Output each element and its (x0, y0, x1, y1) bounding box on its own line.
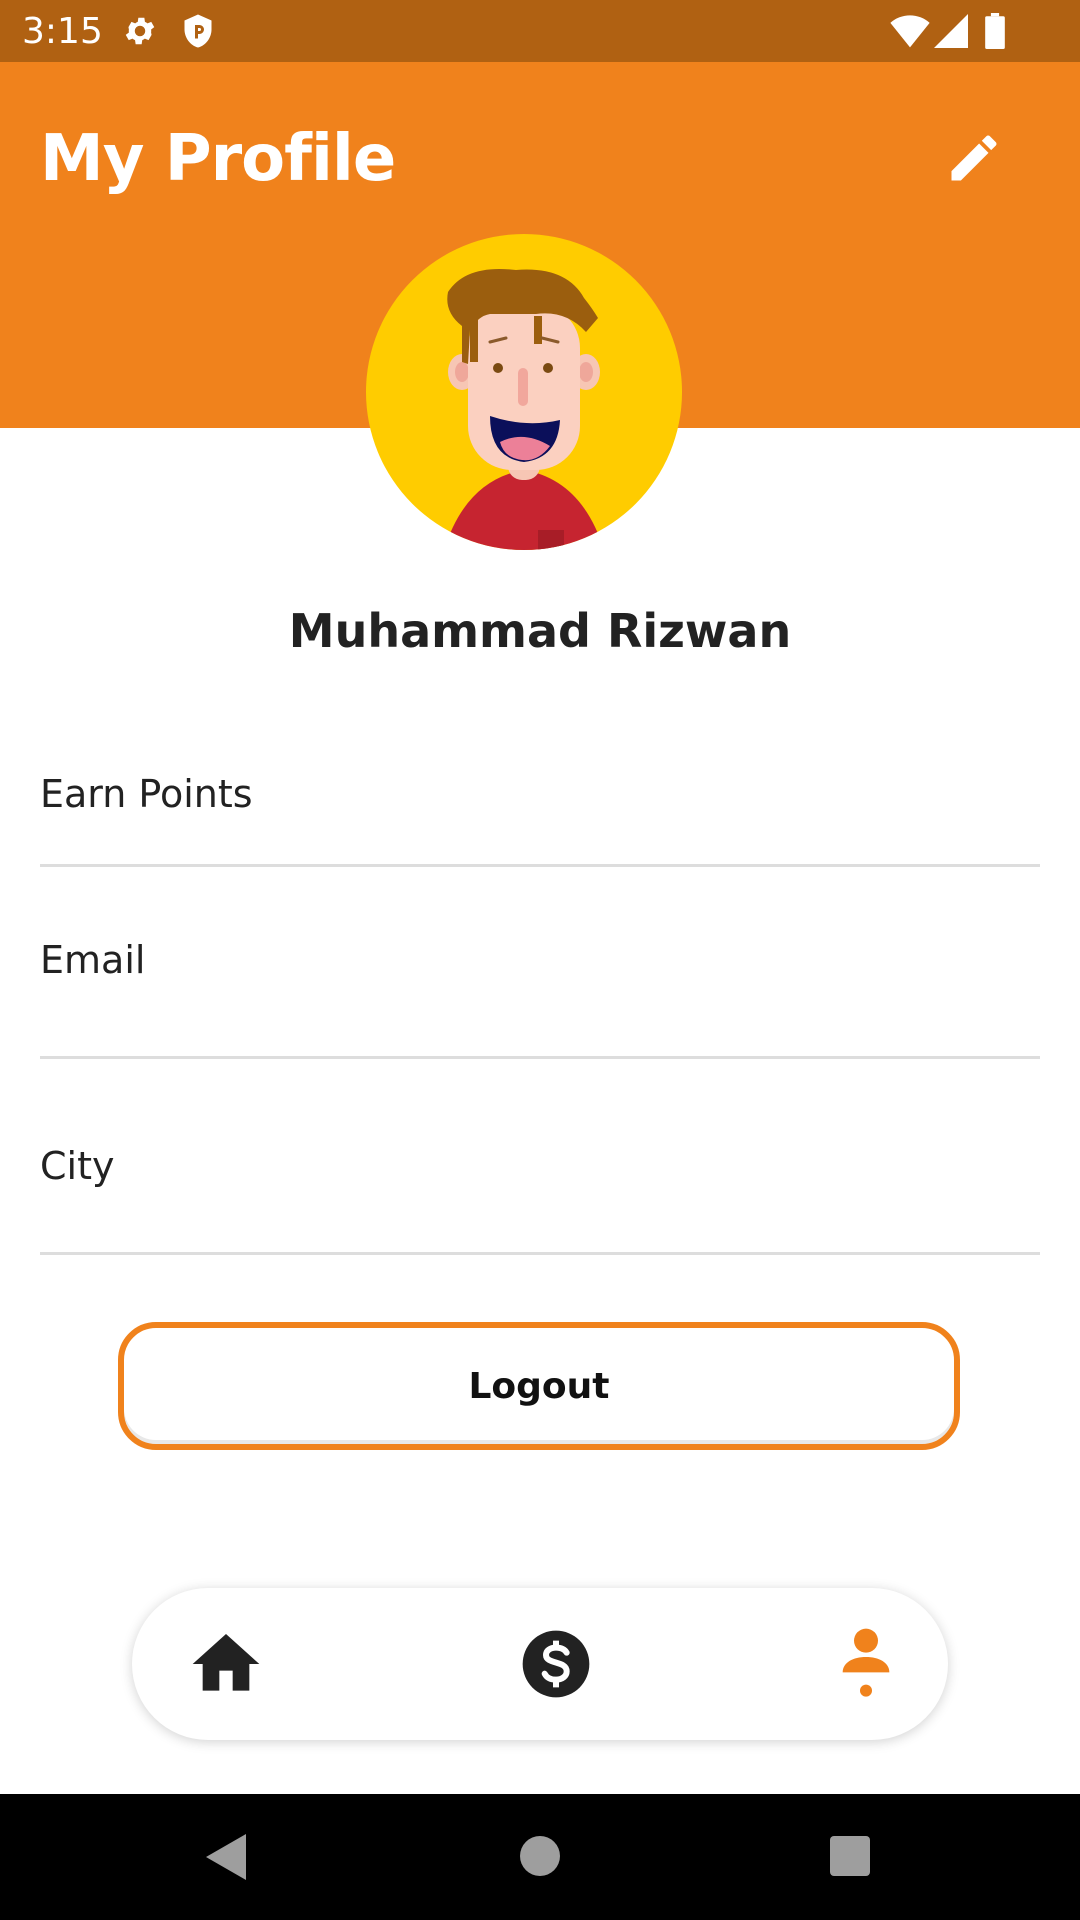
email-label: Email (40, 938, 146, 982)
logout-label: Logout (468, 1365, 610, 1407)
bottom-nav (132, 1588, 948, 1740)
divider (40, 1056, 1040, 1059)
system-nav-bar (0, 1794, 1080, 1920)
status-time: 3:15 (22, 11, 103, 52)
back-icon[interactable] (206, 1834, 246, 1880)
person-icon[interactable] (826, 1624, 906, 1704)
wifi-icon (890, 15, 930, 48)
home-icon[interactable] (186, 1624, 266, 1704)
page-title: My Profile (40, 122, 396, 196)
signal-icon (934, 14, 968, 48)
home-circle-icon[interactable] (520, 1836, 560, 1876)
cartoon-boy-avatar (444, 268, 604, 550)
gear-icon (125, 17, 155, 45)
pencil-icon[interactable] (944, 128, 1004, 188)
dollar-icon[interactable] (516, 1624, 596, 1704)
city-label: City (40, 1144, 115, 1188)
earn-points-label: Earn Points (40, 772, 253, 816)
user-name: Muhammad Rizwan (288, 604, 792, 658)
battery-icon (985, 13, 1005, 49)
status-bar: 3:15 (0, 0, 1080, 62)
logout-button[interactable]: Logout (118, 1322, 960, 1450)
shield-icon (184, 14, 212, 48)
recents-icon[interactable] (830, 1836, 870, 1876)
avatar (366, 234, 682, 550)
divider (40, 1252, 1040, 1255)
divider (40, 864, 1040, 867)
